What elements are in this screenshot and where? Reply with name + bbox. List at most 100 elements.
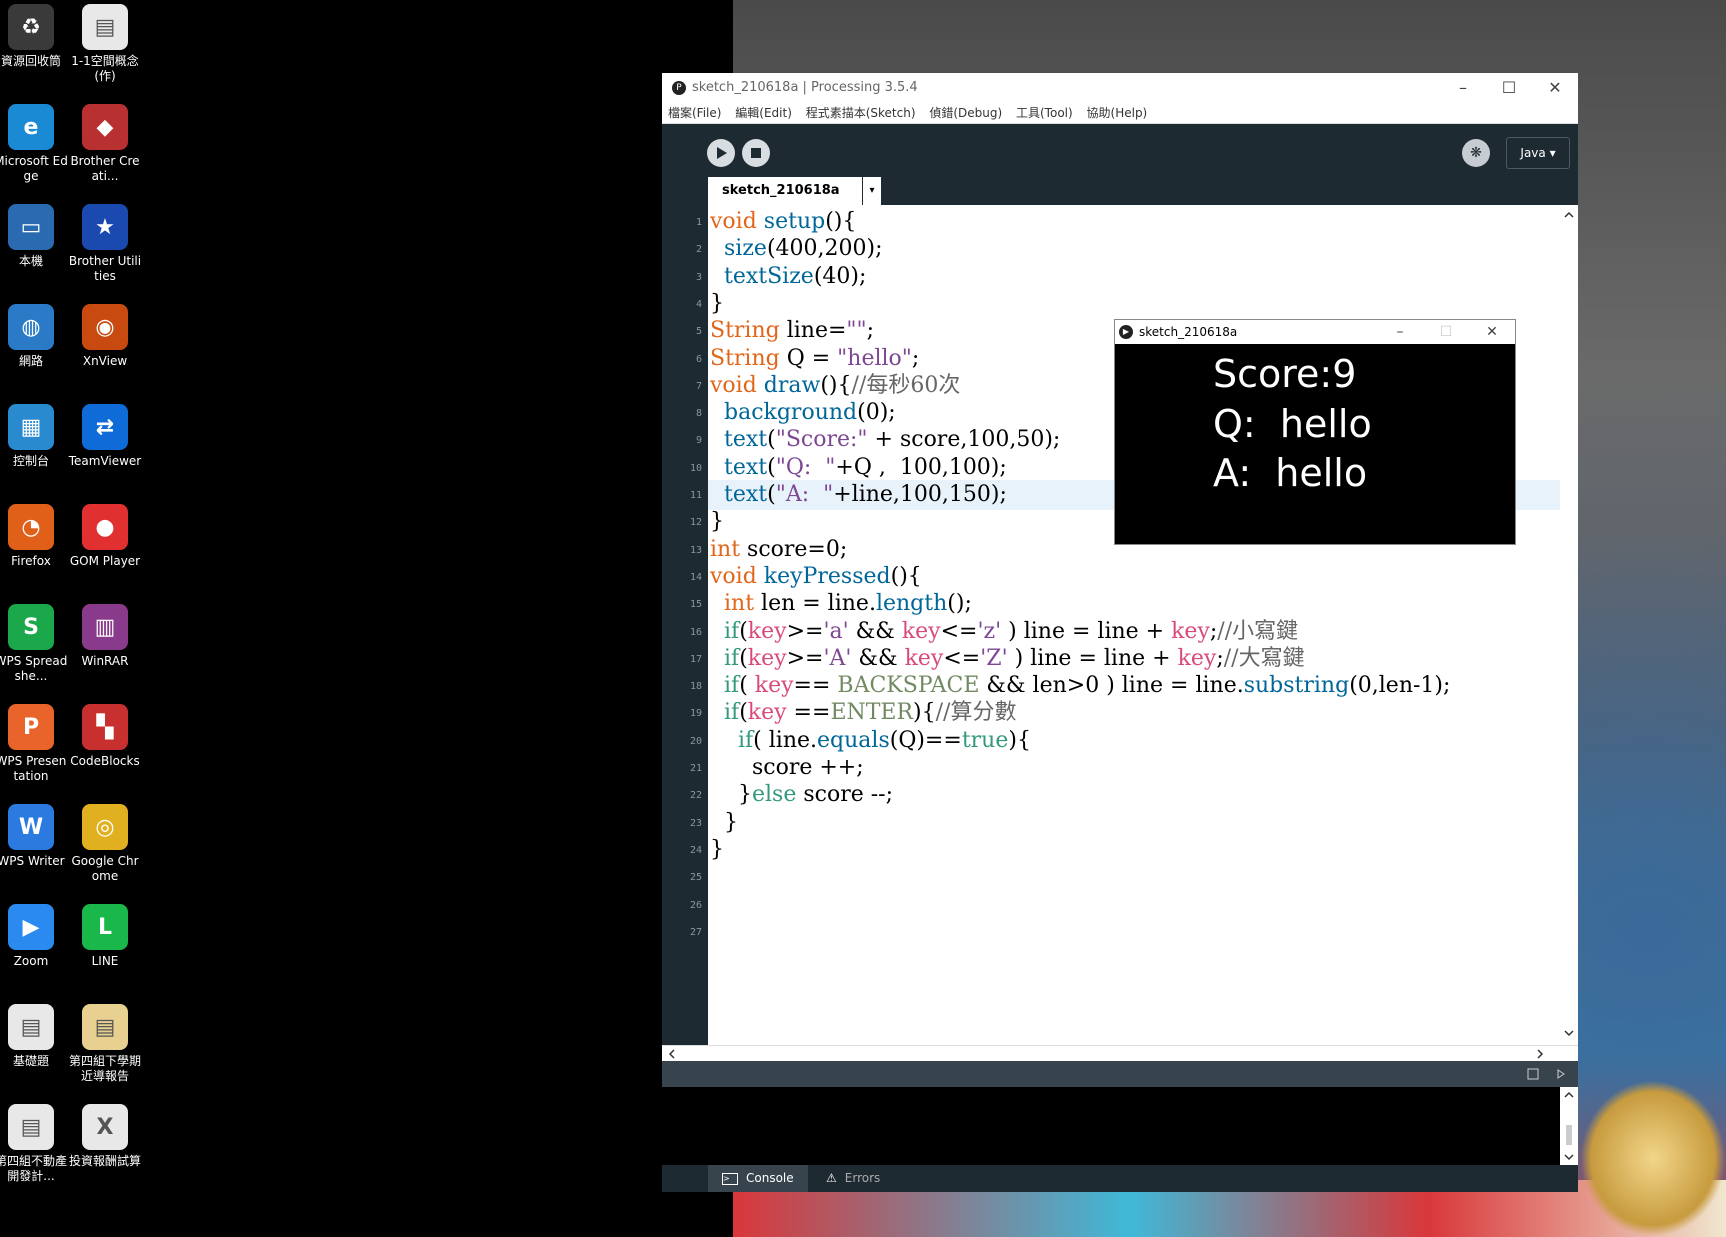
title-bar: P sketch_210618a | Processing 3.5.4 – ☐ … <box>662 73 1578 103</box>
desktop-icon[interactable]: ▤ 第四組不動產開發計... <box>0 1104 68 1184</box>
desktop-icon-label: Microsoft Edge <box>0 154 68 183</box>
sketch-minimize-button[interactable]: – <box>1377 320 1423 344</box>
code-token: key <box>1171 618 1210 644</box>
editor-horizontal-scrollbar[interactable] <box>662 1045 1578 1062</box>
app-icon: ▦ <box>8 404 54 450</box>
desktop-icon[interactable]: ▤ 基礎題 <box>0 1004 68 1069</box>
app-icon: ▤ <box>8 1004 54 1050</box>
desktop-icon[interactable]: ▶ Zoom <box>0 904 68 969</box>
code-line: textSize(40); <box>710 262 866 292</box>
desktop-icon[interactable]: ◎ Google Chrome <box>68 804 142 884</box>
desktop-icon[interactable]: ▚ CodeBlocks <box>68 704 142 769</box>
desktop-icon-label: Brother Creati... <box>70 154 140 183</box>
run-button[interactable] <box>707 139 735 167</box>
code-token: if <box>724 645 740 671</box>
desktop-icon[interactable]: ◉ XnView <box>68 304 142 369</box>
line-number: 14 <box>689 571 702 583</box>
code-token: ( <box>767 427 776 453</box>
code-token: void <box>710 372 757 398</box>
menu-tool[interactable]: 工具(Tool) <box>1016 106 1073 120</box>
mode-selector[interactable]: Java ▾ <box>1506 137 1570 169</box>
sketch-title-bar: ▶ sketch_210618a – ☐ ✕ <box>1115 320 1515 344</box>
code-token: textSize <box>724 263 814 289</box>
code-token: equals <box>817 727 890 753</box>
code-token: ) line = line + <box>1007 645 1178 671</box>
code-line: } <box>710 808 738 838</box>
console-output[interactable] <box>662 1087 1560 1165</box>
wallpaper-plush <box>1580 1080 1726 1237</box>
code-token: ( <box>739 618 748 644</box>
line-number: 11 <box>689 490 702 501</box>
code-token: //每秒60次 <box>851 372 961 398</box>
desktop-icon[interactable]: L LINE <box>68 904 142 969</box>
app-icon: ▤ <box>82 4 128 50</box>
code-token: true <box>961 727 1009 753</box>
desktop-icon[interactable]: ▦ 控制台 <box>0 404 68 469</box>
code-token: ( line. <box>753 727 818 753</box>
console-scrollbar[interactable] <box>1560 1087 1578 1165</box>
tab-sketch[interactable]: sketch_210618a <box>708 177 862 205</box>
desktop-icon[interactable]: P WPS Presentation <box>0 704 68 784</box>
code-token: if <box>724 673 740 699</box>
warning-icon: ⚠ <box>826 1171 837 1185</box>
code-line: if(key>='A' && key<='Z' ) line = line + … <box>710 644 1305 674</box>
code-token: draw <box>763 372 821 398</box>
tab-menu-arrow[interactable]: ▾ <box>863 177 881 205</box>
desktop-icon[interactable]: ♻ 資源回收筒 <box>0 4 68 69</box>
desktop-icon[interactable]: ◆ Brother Creati... <box>68 104 142 184</box>
desktop-icon-label: 資源回收筒 <box>0 54 61 68</box>
debug-button[interactable]: ❋ <box>1462 139 1490 167</box>
menu-help[interactable]: 協助(Help) <box>1087 106 1148 120</box>
desktop-icon[interactable]: ▥ WinRAR <box>68 604 142 669</box>
code-token: String <box>710 345 780 371</box>
code-token: line= <box>779 318 847 344</box>
code-line: int score=0; <box>710 535 847 565</box>
code-token: ( <box>739 673 755 699</box>
desktop-icon[interactable]: e Microsoft Edge <box>0 104 68 184</box>
app-icon: ▭ <box>8 204 54 250</box>
close-button[interactable]: ✕ <box>1532 73 1578 103</box>
code-token: keyPressed <box>763 563 891 589</box>
desktop-icon[interactable]: ▤ 1-1空間概念(作) <box>68 4 142 84</box>
desktop-icon[interactable]: ● GOM Player <box>68 504 142 569</box>
desktop-icon[interactable]: S WPS Spreadshe... <box>0 604 68 684</box>
maximize-button[interactable]: ☐ <box>1486 73 1532 103</box>
code-token: substring <box>1243 673 1350 699</box>
code-token: int <box>724 591 755 617</box>
sketch-maximize-button[interactable]: ☐ <box>1423 320 1469 344</box>
desktop-icon[interactable]: ▤ 第四組下學期近導報告 <box>68 1004 142 1084</box>
desktop-icon[interactable]: ▭ 本機 <box>0 204 68 269</box>
console-icon: > <box>722 1172 738 1185</box>
desktop-icon[interactable]: X 投資報酬試算 <box>68 1104 142 1169</box>
app-icon: ◆ <box>82 104 128 150</box>
code-token: 'a' <box>823 618 849 644</box>
menu-sketch[interactable]: 程式素描本(Sketch) <box>806 106 916 120</box>
processing-window: P sketch_210618a | Processing 3.5.4 – ☐ … <box>662 73 1578 1192</box>
desktop-icon[interactable]: W WPS Writer <box>0 804 68 869</box>
desktop-icon[interactable]: ⇄ TeamViewer <box>68 404 142 469</box>
sketch-close-button[interactable]: ✕ <box>1469 320 1515 344</box>
desktop-icon[interactable]: ★ Brother Utilities <box>68 204 142 284</box>
code-line: if(key ==ENTER){//算分數 <box>710 698 1016 728</box>
tab-console[interactable]: > Console <box>708 1165 808 1192</box>
line-number: 3 <box>695 271 702 283</box>
desktop-icon[interactable]: ◔ Firefox <box>0 504 68 569</box>
editor-vertical-scrollbar[interactable] <box>1560 205 1578 1045</box>
line-number: 17 <box>689 653 702 665</box>
menu-file[interactable]: 檔案(File) <box>668 106 721 120</box>
tab-errors[interactable]: ⚠ Errors <box>812 1165 912 1192</box>
code-token: == <box>786 700 831 726</box>
code-line: void draw(){//每秒60次 <box>710 371 960 401</box>
app-icon: W <box>8 804 54 850</box>
minimize-button[interactable]: – <box>1440 73 1486 103</box>
code-token: length <box>875 591 948 617</box>
menu-debug[interactable]: 偵錯(Debug) <box>929 106 1002 120</box>
line-number: 15 <box>689 599 702 611</box>
stop-button[interactable] <box>742 139 770 167</box>
menu-edit[interactable]: 編輯(Edit) <box>735 106 792 120</box>
desktop-icon[interactable]: ◍ 網路 <box>0 304 68 369</box>
